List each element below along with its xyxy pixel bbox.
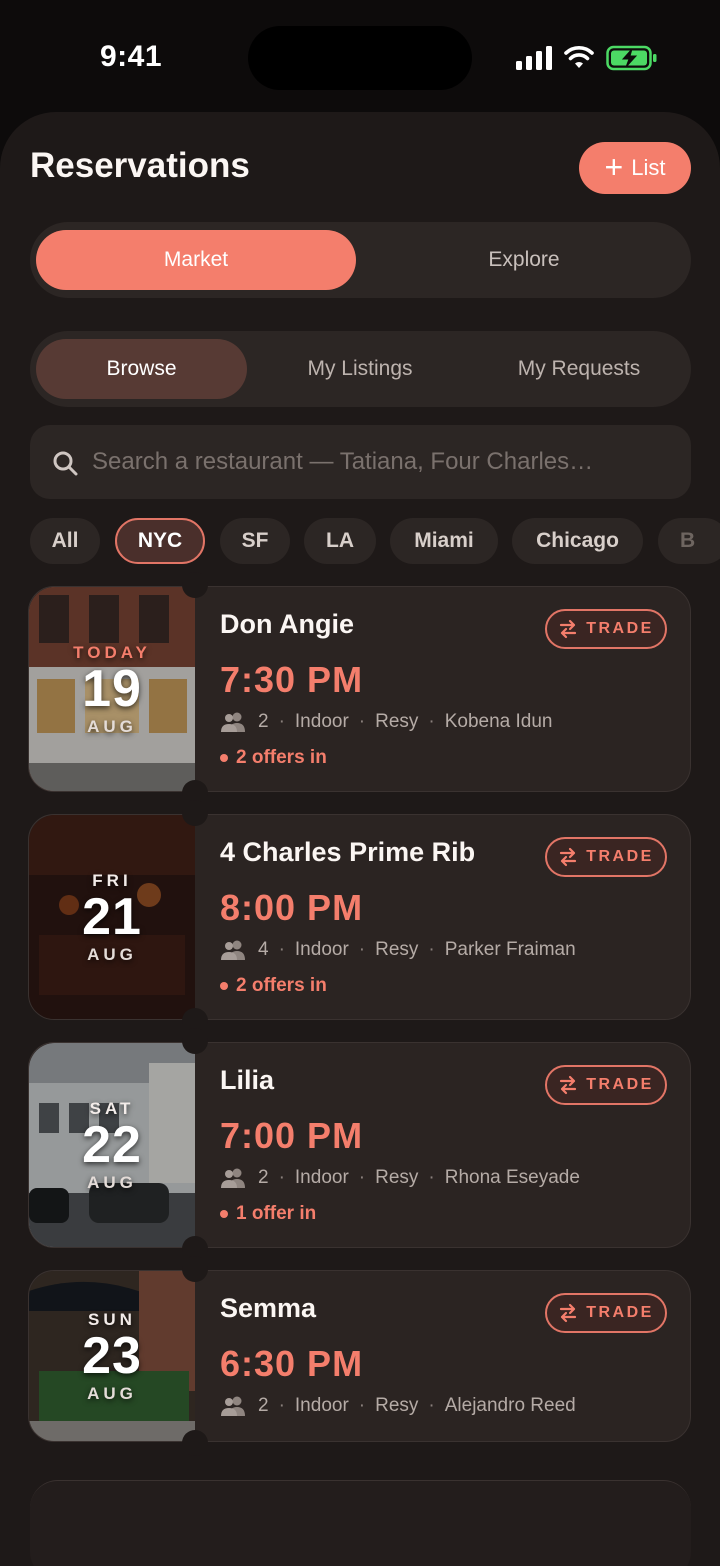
seating-type: Indoor xyxy=(294,1167,349,1188)
reservation-meta: 2 · Indoor · Resy · Alejandro Reed xyxy=(220,1395,576,1417)
reservation-time: 8:00 PM xyxy=(220,887,364,928)
booking-platform: Resy xyxy=(375,1395,419,1416)
booking-platform: Resy xyxy=(375,939,419,960)
chip-nyc[interactable]: NYC xyxy=(115,518,205,564)
swap-icon xyxy=(560,619,577,639)
host-name: Kobena Idun xyxy=(444,711,553,732)
offers-indicator: 1 offer in xyxy=(220,1203,316,1225)
tab-browse[interactable]: Browse xyxy=(36,339,247,399)
listing-card[interactable]: FRI 21 AUG 4 Charles Prime Rib 8:00 PM 4… xyxy=(28,800,691,1034)
reservation-time: 6:30 PM xyxy=(220,1343,364,1384)
cellular-signal-icon xyxy=(516,46,552,70)
tab-my-requests[interactable]: My Requests xyxy=(473,339,685,399)
battery-charging-icon xyxy=(606,45,657,71)
trade-badge[interactable]: TRADE xyxy=(545,1293,667,1333)
party-size-icon xyxy=(221,1396,245,1416)
search-input[interactable] xyxy=(92,425,672,499)
status-time: 9:41 xyxy=(100,40,163,73)
trade-badge[interactable]: TRADE xyxy=(545,609,667,649)
trade-label: TRADE xyxy=(586,848,654,865)
date-month: AUG xyxy=(87,1172,137,1192)
swap-icon xyxy=(560,847,577,867)
reservation-time: 7:00 PM xyxy=(220,1115,364,1156)
party-size: 2 xyxy=(258,1167,269,1188)
chip-partial[interactable]: B xyxy=(658,518,720,564)
host-name: Rhona Eseyade xyxy=(444,1167,580,1188)
chip-la[interactable]: LA xyxy=(304,518,376,564)
tab-my-listings[interactable]: My Listings xyxy=(255,339,465,399)
party-size-icon xyxy=(221,940,245,960)
sub-segmented-control: Browse My Listings My Requests xyxy=(30,331,691,407)
date-day: 19 xyxy=(82,660,142,719)
restaurant-name: Lilia xyxy=(220,1065,275,1095)
party-size-icon xyxy=(221,712,245,732)
tab-market[interactable]: Market xyxy=(36,230,356,290)
party-size: 2 xyxy=(258,1395,269,1416)
reservation-meta: 2 · Indoor · Resy · Kobena Idun xyxy=(220,711,553,733)
search-bar xyxy=(30,425,691,499)
date-month: AUG xyxy=(87,1383,137,1403)
seating-type: Indoor xyxy=(294,1395,349,1416)
date-month: AUG xyxy=(87,716,137,736)
chip-miami[interactable]: Miami xyxy=(390,518,498,564)
add-listing-button[interactable]: + List xyxy=(579,142,691,194)
trade-badge[interactable]: TRADE xyxy=(545,837,667,877)
offers-indicator: 2 offers in xyxy=(220,975,327,997)
restaurant-name: Don Angie xyxy=(220,609,354,639)
tab-explore[interactable]: Explore xyxy=(364,230,684,290)
next-card-peek xyxy=(30,1480,691,1566)
chip-all[interactable]: All xyxy=(30,518,100,564)
reservation-time: 7:30 PM xyxy=(220,659,364,700)
trade-badge[interactable]: TRADE xyxy=(545,1065,667,1105)
plus-icon: + xyxy=(604,148,624,185)
trade-label: TRADE xyxy=(586,1304,654,1321)
offers-count: 1 offer in xyxy=(236,1203,317,1224)
chip-sf[interactable]: SF xyxy=(220,518,290,564)
date-month: AUG xyxy=(87,944,137,964)
date-block: FRI 21 AUG xyxy=(29,815,195,1019)
party-size-icon xyxy=(221,1168,245,1188)
reservation-meta: 2 · Indoor · Resy · Rhona Eseyade xyxy=(220,1167,580,1189)
date-day: 21 xyxy=(82,888,142,947)
trade-label: TRADE xyxy=(586,1076,654,1093)
listing-card[interactable]: SUN 23 AUG Semma 6:30 PM 2 · Indoor · Resy… xyxy=(28,1256,691,1456)
wifi-icon xyxy=(564,46,594,68)
swap-icon xyxy=(560,1075,577,1095)
listing-card[interactable]: TODAY 19 AUG Don Angie 7:30 PM 2 · Indoor… xyxy=(28,572,691,806)
search-icon xyxy=(53,451,78,476)
page-title: Reservations xyxy=(30,146,250,185)
date-day: 22 xyxy=(82,1116,142,1175)
host-name: Alejandro Reed xyxy=(444,1395,576,1416)
status-bar: 9:41 xyxy=(0,0,720,110)
offers-count: 2 offers in xyxy=(236,975,327,996)
city-filter-chips: All NYC SF LA Miami Chicago B xyxy=(30,518,720,566)
offers-count: 2 offers in xyxy=(236,747,327,768)
party-size: 2 xyxy=(258,711,269,732)
add-listing-label: List xyxy=(631,155,666,180)
date-block: TODAY 19 AUG xyxy=(29,587,195,791)
booking-platform: Resy xyxy=(375,1167,419,1188)
listing-card[interactable]: SAT 22 AUG Lilia 7:00 PM 2 · Indoor · Resy… xyxy=(28,1028,691,1262)
reservation-meta: 4 · Indoor · Resy · Parker Fraiman xyxy=(220,939,576,961)
booking-platform: Resy xyxy=(375,711,419,732)
seating-type: Indoor xyxy=(294,711,349,732)
restaurant-name: Semma xyxy=(220,1293,317,1323)
seating-type: Indoor xyxy=(294,939,349,960)
restaurant-name: 4 Charles Prime Rib xyxy=(220,837,476,867)
date-block: SUN 23 AUG xyxy=(29,1271,195,1441)
chip-chicago[interactable]: Chicago xyxy=(512,518,643,564)
party-size: 4 xyxy=(258,939,269,960)
trade-label: TRADE xyxy=(586,620,654,637)
reservations-sheet: Reservations + List Market Explore Brows… xyxy=(0,112,720,1566)
date-block: SAT 22 AUG xyxy=(29,1043,195,1247)
swap-icon xyxy=(560,1303,577,1323)
mode-segmented-control: Market Explore xyxy=(30,222,691,298)
host-name: Parker Fraiman xyxy=(444,939,576,960)
dynamic-island xyxy=(248,26,472,90)
date-day: 23 xyxy=(82,1327,142,1386)
offers-indicator: 2 offers in xyxy=(220,747,327,769)
